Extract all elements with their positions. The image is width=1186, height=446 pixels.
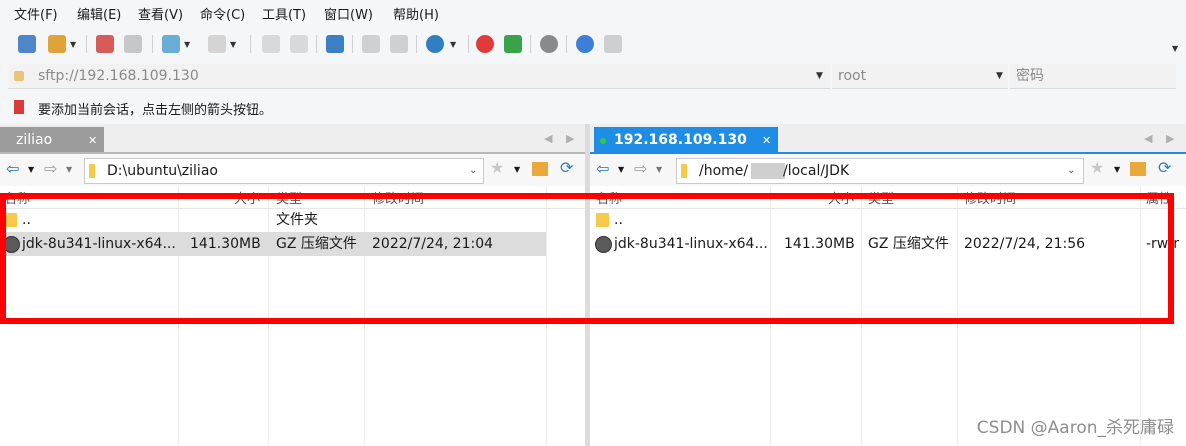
- menu-edit[interactable]: 编辑(E): [77, 4, 121, 23]
- toolbar: ▼ ▼ ▼ ▼ ▼: [0, 26, 1186, 63]
- home-folder-icon[interactable]: [532, 162, 548, 176]
- left-path-input[interactable]: D:\ubuntu\ziliao ⌄: [84, 158, 484, 184]
- close-icon[interactable]: ✕: [88, 127, 97, 154]
- chevron-down-icon[interactable]: ▼: [996, 64, 1003, 88]
- host-field[interactable]: sftp://192.168.109.130 ▼: [8, 64, 830, 89]
- path-prefix: /home/: [699, 163, 749, 179]
- star-icon[interactable]: ★: [490, 158, 504, 177]
- left-nav-bar: ⇦ ▼ ⇨ ▼ D:\ubuntu\ziliao ⌄ ★ ▼ ⟳: [0, 154, 585, 186]
- star-icon[interactable]: ★: [1090, 158, 1104, 177]
- reconnect-icon[interactable]: [124, 35, 142, 53]
- close-icon[interactable]: ✕: [762, 127, 771, 154]
- compare-icon[interactable]: [362, 35, 380, 53]
- highlight-box: [0, 193, 1174, 324]
- toolbar-divider: [352, 35, 353, 53]
- hint-bar: 要添加当前会话，点击左侧的箭头按钮。: [0, 92, 1186, 125]
- tab-ziliao[interactable]: ziliao ✕: [0, 127, 104, 154]
- red-app-icon[interactable]: [476, 35, 494, 53]
- home-folder-icon[interactable]: [1130, 162, 1146, 176]
- path-value: D:\ubuntu\ziliao: [107, 163, 218, 179]
- password-placeholder: 密码: [1016, 68, 1044, 84]
- chevron-down-icon[interactable]: ▼: [1114, 165, 1120, 174]
- folder-icon: [89, 164, 95, 178]
- chevron-right-icon[interactable]: ▶: [566, 132, 574, 145]
- transfer-queue-icon[interactable]: [208, 35, 226, 53]
- toolbar-divider: [86, 35, 87, 53]
- address-bar: sftp://192.168.109.130 ▼ root ▼ 密码: [0, 62, 1186, 92]
- password-field[interactable]: 密码: [1010, 64, 1176, 89]
- chevron-down-icon[interactable]: ▼: [656, 165, 662, 174]
- toolbar-divider: [250, 35, 251, 53]
- globe-icon[interactable]: [426, 35, 444, 53]
- redacted-username: [751, 163, 785, 179]
- forward-arrow-icon[interactable]: ⇨: [44, 159, 57, 178]
- chevron-down-icon[interactable]: ▼: [450, 40, 456, 49]
- chevron-down-icon[interactable]: ▼: [514, 165, 520, 174]
- tab-remote-host[interactable]: 192.168.109.130 ✕: [594, 127, 778, 154]
- menu-view[interactable]: 查看(V): [138, 4, 183, 23]
- bookmark-flag-icon[interactable]: [14, 100, 24, 114]
- tab-label: 192.168.109.130: [614, 132, 747, 148]
- tab-label: ziliao: [16, 132, 53, 148]
- menu-command[interactable]: 命令(C): [200, 4, 245, 23]
- sort-up-icon: ^: [84, 186, 92, 190]
- chevron-down-icon[interactable]: ⌄: [469, 159, 477, 183]
- menu-bar: 文件(F) 编辑(E) 查看(V) 命令(C) 工具(T) 窗口(W) 帮助(H…: [0, 0, 1186, 26]
- hint-text: 要添加当前会话，点击左侧的箭头按钮。: [38, 103, 273, 118]
- forward-arrow-icon[interactable]: ⇨: [634, 159, 647, 178]
- chevron-down-icon[interactable]: ▼: [1172, 44, 1178, 53]
- refresh-icon[interactable]: ⟳: [560, 158, 573, 177]
- chevron-down-icon[interactable]: ⌄: [1067, 159, 1075, 183]
- folder-icon: [681, 164, 687, 178]
- user-value: root: [838, 68, 867, 84]
- menu-help[interactable]: 帮助(H): [393, 4, 439, 23]
- sync-browse-icon[interactable]: [162, 35, 180, 53]
- chevron-down-icon[interactable]: ▼: [70, 40, 76, 49]
- toolbar-divider: [530, 35, 531, 53]
- left-tab-bar: ziliao ✕ ◀ ▶: [0, 124, 585, 154]
- open-folder-icon[interactable]: [48, 35, 66, 53]
- chevron-down-icon[interactable]: ▼: [66, 165, 72, 174]
- chevron-right-icon[interactable]: ▶: [1166, 132, 1174, 145]
- chevron-down-icon[interactable]: ▼: [230, 40, 236, 49]
- back-arrow-icon[interactable]: ⇦: [596, 159, 609, 178]
- menu-file[interactable]: 文件(F): [14, 4, 58, 23]
- host-value: sftp://192.168.109.130: [38, 68, 199, 84]
- refresh-icon[interactable]: ⟳: [1158, 158, 1171, 177]
- chevron-down-icon[interactable]: ▼: [184, 40, 190, 49]
- right-nav-bar: ⇦ ▼ ⇨ ▼ /home/ /local/JDK ⌄ ★ ▼ ⟳: [590, 154, 1186, 186]
- chevron-down-icon[interactable]: ▼: [618, 165, 624, 174]
- path-suffix: /local/JDK: [783, 163, 850, 179]
- chevron-down-icon[interactable]: ▼: [28, 165, 34, 174]
- find-files-icon[interactable]: [390, 35, 408, 53]
- swap-arrows-icon[interactable]: [326, 35, 344, 53]
- chevron-left-icon[interactable]: ◀: [544, 132, 552, 145]
- disconnect-icon[interactable]: [96, 35, 114, 53]
- right-path-input[interactable]: /home/ /local/JDK ⌄: [676, 158, 1084, 184]
- chat-icon[interactable]: [604, 35, 622, 53]
- chevron-left-icon[interactable]: ◀: [1144, 132, 1152, 145]
- toolbar-divider: [416, 35, 417, 53]
- right-tab-bar: 192.168.109.130 ✕ ◀ ▶: [590, 124, 1186, 154]
- watermark: CSDN @Aaron_杀死庸碌: [976, 418, 1174, 438]
- lock-icon: [14, 71, 24, 81]
- chevron-down-icon[interactable]: ▼: [816, 64, 823, 88]
- new-connection-icon[interactable]: [18, 35, 36, 53]
- connected-indicator-icon: [600, 138, 606, 144]
- user-field[interactable]: root ▼: [832, 64, 1008, 89]
- toolbar-divider: [152, 35, 153, 53]
- toolbar-divider: [316, 35, 317, 53]
- menu-tools[interactable]: 工具(T): [262, 4, 306, 23]
- toolbar-divider: [566, 35, 567, 53]
- menu-window[interactable]: 窗口(W): [324, 4, 373, 23]
- document-copy-icon[interactable]: [290, 35, 308, 53]
- document-icon[interactable]: [262, 35, 280, 53]
- gear-icon[interactable]: [540, 35, 558, 53]
- back-arrow-icon[interactable]: ⇦: [6, 159, 19, 178]
- toolbar-divider: [468, 35, 469, 53]
- green-app-icon[interactable]: [504, 35, 522, 53]
- help-icon[interactable]: [576, 35, 594, 53]
